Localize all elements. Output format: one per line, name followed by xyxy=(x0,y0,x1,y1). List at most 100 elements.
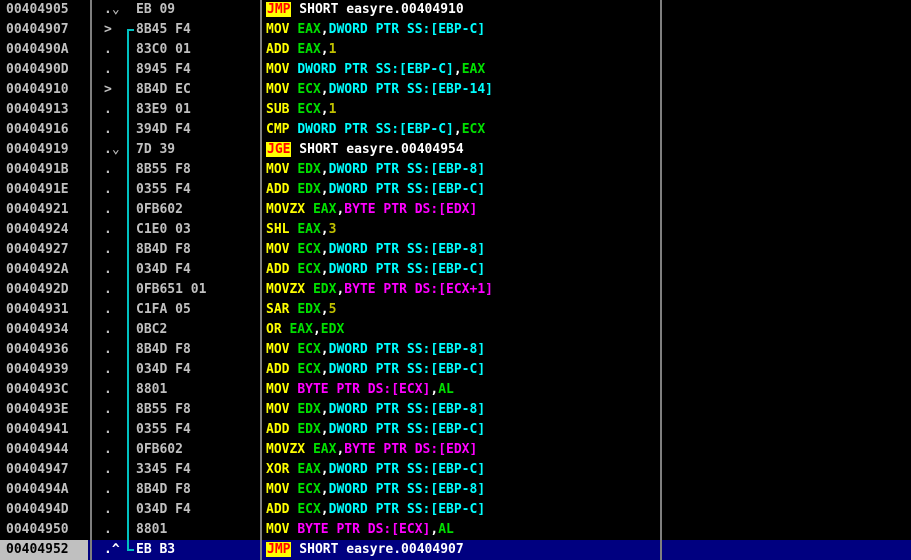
disassembly-cell[interactable]: MOVZX EAX,BYTE PTR DS:[EDX] xyxy=(266,440,477,460)
instruction-row[interactable]: 00404934. 0BC2 OR EAX,EDX xyxy=(0,320,911,340)
disassembly-cell[interactable]: MOVZX EAX,BYTE PTR DS:[EDX] xyxy=(266,200,477,220)
hex-dump-cell[interactable]: 034D F4 xyxy=(136,500,260,520)
hex-dump-cell[interactable]: C1E0 03 xyxy=(136,220,260,240)
disassembly-cell[interactable]: MOV EDX,DWORD PTR SS:[EBP-8] xyxy=(266,160,485,180)
address-cell[interactable]: 00404944 xyxy=(6,440,90,460)
instruction-row[interactable]: 00404950. 8801 MOV BYTE PTR DS:[ECX],AL xyxy=(0,520,911,540)
disassembly-cell[interactable]: MOV BYTE PTR DS:[ECX],AL xyxy=(266,520,454,540)
disassembly-cell[interactable]: CMP DWORD PTR SS:[EBP-C],ECX xyxy=(266,120,485,140)
address-cell[interactable]: 0040494A xyxy=(6,480,90,500)
hex-dump-cell[interactable]: EB B3 xyxy=(136,540,260,560)
hex-dump-cell[interactable]: 8801 xyxy=(136,380,260,400)
instruction-row[interactable]: 00404924. C1E0 03 SHL EAX,3 xyxy=(0,220,911,240)
disassembly-cell[interactable]: JMP SHORT easyre.00404907 xyxy=(266,540,464,560)
hex-dump-cell[interactable]: 0BC2 xyxy=(136,320,260,340)
disassembly-cell[interactable]: XOR EAX,DWORD PTR SS:[EBP-C] xyxy=(266,460,485,480)
disassembly-cell[interactable]: MOV EAX,DWORD PTR SS:[EBP-C] xyxy=(266,20,485,40)
instruction-row[interactable]: 0040493E. 8B55 F8 MOV EDX,DWORD PTR SS:[EB… xyxy=(0,400,911,420)
instruction-row[interactable]: 00404910 >8B4D EC MOV ECX,DWORD PTR SS:[EB… xyxy=(0,80,911,100)
hex-dump-cell[interactable]: 8B55 F8 xyxy=(136,400,260,420)
column-separator-disassembly[interactable] xyxy=(660,0,662,560)
hex-dump-cell[interactable]: 034D F4 xyxy=(136,360,260,380)
disassembly-cell[interactable]: ADD ECX,DWORD PTR SS:[EBP-C] xyxy=(266,500,485,520)
address-cell[interactable]: 00404916 xyxy=(6,120,90,140)
address-cell[interactable]: 00404931 xyxy=(6,300,90,320)
address-cell[interactable]: 0040491B xyxy=(6,160,90,180)
instruction-row[interactable]: 00404936. 8B4D F8 MOV ECX,DWORD PTR SS:[EB… xyxy=(0,340,911,360)
disassembly-cell[interactable]: ADD EDX,DWORD PTR SS:[EBP-C] xyxy=(266,180,485,200)
address-cell[interactable]: 00404936 xyxy=(6,340,90,360)
disassembly-cell[interactable]: MOV ECX,DWORD PTR SS:[EBP-8] xyxy=(266,240,485,260)
disassembly-cell[interactable]: ADD ECX,DWORD PTR SS:[EBP-C] xyxy=(266,260,485,280)
address-cell[interactable]: 0040494D xyxy=(6,500,90,520)
instruction-row[interactable]: 0040491B. 8B55 F8 MOV EDX,DWORD PTR SS:[EB… xyxy=(0,160,911,180)
disassembly-cell[interactable]: ADD EAX,1 xyxy=(266,40,336,60)
hex-dump-cell[interactable]: 8B4D EC xyxy=(136,80,260,100)
address-cell[interactable]: 0040490A xyxy=(6,40,90,60)
instruction-row[interactable]: 00404921. 0FB602 MOVZX EAX,BYTE PTR DS:[ED… xyxy=(0,200,911,220)
disassembly-cell[interactable]: JMP SHORT easyre.00404910 xyxy=(266,0,464,20)
disassembly-cell[interactable]: SUB ECX,1 xyxy=(266,100,336,120)
hex-dump-cell[interactable]: 8B4D F8 xyxy=(136,340,260,360)
hex-dump-cell[interactable]: EB 09 xyxy=(136,0,260,20)
address-cell[interactable]: 00404947 xyxy=(6,460,90,480)
disassembly-cell[interactable]: MOV ECX,DWORD PTR SS:[EBP-8] xyxy=(266,340,485,360)
hex-dump-cell[interactable]: 0FB651 01 xyxy=(136,280,260,300)
disassembly-cell[interactable]: JGE SHORT easyre.00404954 xyxy=(266,140,464,160)
address-cell[interactable]: 00404941 xyxy=(6,420,90,440)
hex-dump-cell[interactable]: 0FB602 xyxy=(136,200,260,220)
disassembly-cell[interactable]: MOV ECX,DWORD PTR SS:[EBP-8] xyxy=(266,480,485,500)
instruction-row[interactable]: 00404941. 0355 F4 ADD EDX,DWORD PTR SS:[EB… xyxy=(0,420,911,440)
instruction-row[interactable]: 0040492D. 0FB651 01 MOVZX EDX,BYTE PTR DS:… xyxy=(0,280,911,300)
address-cell[interactable]: 00404919 xyxy=(6,140,90,160)
instruction-row[interactable]: 0040494D. 034D F4 ADD ECX,DWORD PTR SS:[EB… xyxy=(0,500,911,520)
address-cell[interactable]: 00404905 xyxy=(6,0,90,20)
hex-dump-cell[interactable]: 83E9 01 xyxy=(136,100,260,120)
disassembly-pane[interactable]: 00404952 .^ EB B3 JMP SHORT easyre.00404907… xyxy=(0,0,911,560)
disassembly-cell[interactable]: MOV DWORD PTR SS:[EBP-C],EAX xyxy=(266,60,485,80)
hex-dump-cell[interactable]: 83C0 01 xyxy=(136,40,260,60)
address-cell[interactable]: 0040492D xyxy=(6,280,90,300)
address-cell[interactable]: 00404913 xyxy=(6,100,90,120)
hex-dump-cell[interactable]: 8945 F4 xyxy=(136,60,260,80)
column-separator-address[interactable] xyxy=(90,0,92,560)
address-cell[interactable]: 00404907 xyxy=(6,20,90,40)
hex-dump-cell[interactable]: 8B55 F8 xyxy=(136,160,260,180)
address-cell[interactable]: 00404952 xyxy=(0,540,88,560)
disassembly-cell[interactable]: ADD ECX,DWORD PTR SS:[EBP-C] xyxy=(266,360,485,380)
address-cell[interactable]: 0040492A xyxy=(6,260,90,280)
instruction-row[interactable]: 00404947. 3345 F4 XOR EAX,DWORD PTR SS:[EB… xyxy=(0,460,911,480)
instruction-row-selected[interactable]: 00404952 .^ EB B3 JMP SHORT easyre.00404907 xyxy=(0,540,911,560)
instruction-row[interactable]: 0040490D. 8945 F4 MOV DWORD PTR SS:[EBP-C]… xyxy=(0,60,911,80)
hex-dump-cell[interactable]: 8801 xyxy=(136,520,260,540)
address-cell[interactable]: 00404910 xyxy=(6,80,90,100)
disassembly-cell[interactable]: MOV ECX,DWORD PTR SS:[EBP-14] xyxy=(266,80,493,100)
address-cell[interactable]: 00404924 xyxy=(6,220,90,240)
instruction-row[interactable]: 0040490A. 83C0 01 ADD EAX,1 xyxy=(0,40,911,60)
hex-dump-cell[interactable]: 0355 F4 xyxy=(136,180,260,200)
hex-dump-cell[interactable]: 8B45 F4 xyxy=(136,20,260,40)
instruction-row[interactable]: 00404919 .⌄ 7D 39 JGE SHORT easyre.00404954 xyxy=(0,140,911,160)
instruction-row[interactable]: 00404916. 394D F4 CMP DWORD PTR SS:[EBP-C]… xyxy=(0,120,911,140)
hex-dump-cell[interactable]: 8B4D F8 xyxy=(136,240,260,260)
hex-dump-cell[interactable]: 394D F4 xyxy=(136,120,260,140)
disassembly-cell[interactable]: MOV EDX,DWORD PTR SS:[EBP-8] xyxy=(266,400,485,420)
address-cell[interactable]: 0040493E xyxy=(6,400,90,420)
hex-dump-cell[interactable]: C1FA 05 xyxy=(136,300,260,320)
instruction-row[interactable]: 00404944. 0FB602 MOVZX EAX,BYTE PTR DS:[ED… xyxy=(0,440,911,460)
instruction-row[interactable]: 00404905 .⌄ EB 09 JMP SHORT easyre.00404910 xyxy=(0,0,911,20)
hex-dump-cell[interactable]: 0355 F4 xyxy=(136,420,260,440)
address-cell[interactable]: 0040490D xyxy=(6,60,90,80)
instruction-row[interactable]: 0040491E. 0355 F4 ADD EDX,DWORD PTR SS:[EB… xyxy=(0,180,911,200)
column-separator-hex[interactable] xyxy=(260,0,262,560)
instruction-row[interactable]: 00404913. 83E9 01 SUB ECX,1 xyxy=(0,100,911,120)
address-cell[interactable]: 00404950 xyxy=(6,520,90,540)
hex-dump-cell[interactable]: 7D 39 xyxy=(136,140,260,160)
address-cell[interactable]: 00404927 xyxy=(6,240,90,260)
instruction-row[interactable]: 00404927. 8B4D F8 MOV ECX,DWORD PTR SS:[EB… xyxy=(0,240,911,260)
address-cell[interactable]: 00404921 xyxy=(6,200,90,220)
hex-dump-cell[interactable]: 3345 F4 xyxy=(136,460,260,480)
disassembly-cell[interactable]: ADD EDX,DWORD PTR SS:[EBP-C] xyxy=(266,420,485,440)
address-cell[interactable]: 00404939 xyxy=(6,360,90,380)
disassembly-cell[interactable]: OR EAX,EDX xyxy=(266,320,344,340)
